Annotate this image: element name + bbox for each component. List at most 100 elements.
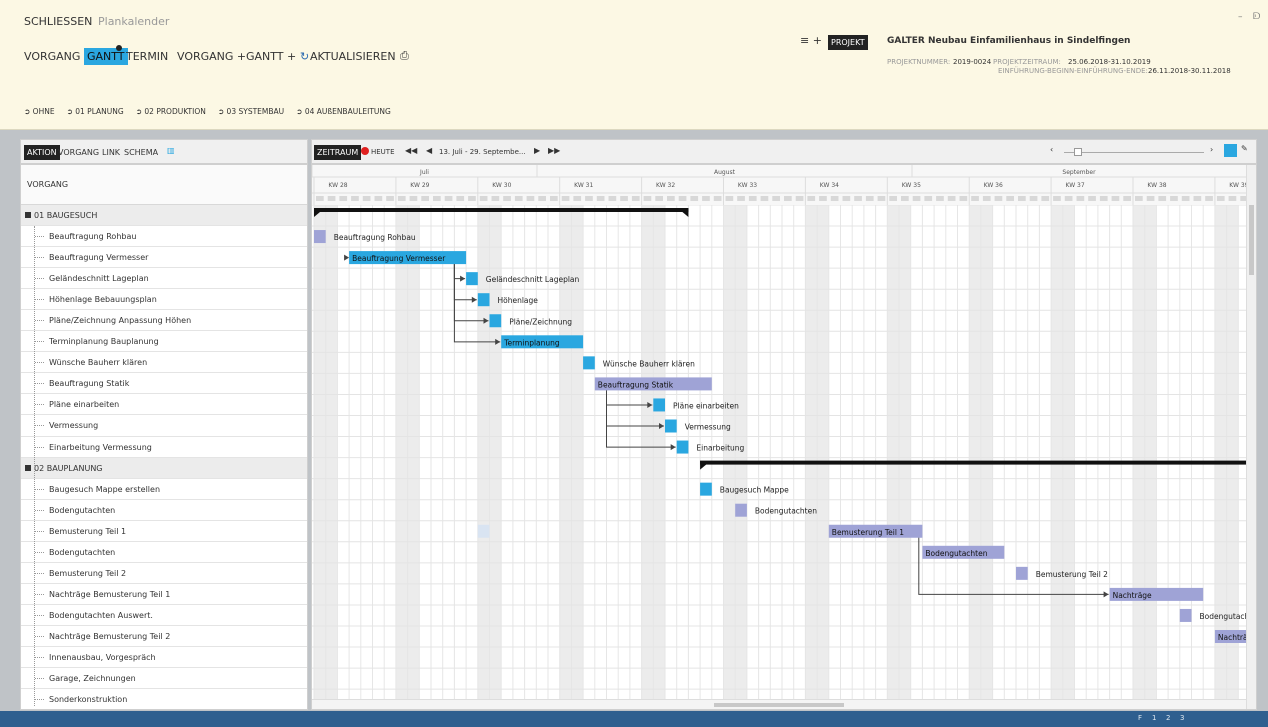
day-tick bbox=[1228, 196, 1237, 201]
tab-vorgang[interactable]: VORGANG bbox=[58, 148, 99, 157]
week-label: KW 36 bbox=[984, 182, 1003, 189]
task-bar bbox=[1179, 608, 1192, 622]
grid-view-icon[interactable] bbox=[1224, 144, 1237, 157]
day-tick bbox=[316, 196, 324, 201]
view-tab-gantt[interactable]: GANTT bbox=[84, 48, 128, 65]
filter-produktion[interactable]: ➲ 02 PRODUKTION bbox=[136, 107, 206, 116]
vertical-scroll-thumb[interactable] bbox=[1249, 205, 1254, 275]
week-label: KW 39 bbox=[1229, 182, 1246, 189]
tab-schema[interactable]: SCHEMA bbox=[124, 148, 158, 157]
task-row[interactable]: Nachträge Bemusterung Teil 1 bbox=[21, 584, 307, 605]
bar-label: Bemusterung Teil 1 bbox=[832, 528, 904, 537]
zoom-thumb[interactable] bbox=[1074, 148, 1082, 156]
tab-aktion[interactable]: AKTION bbox=[24, 145, 60, 160]
task-row[interactable]: Wünsche Bauherr klären bbox=[21, 352, 307, 374]
bar-label: Terminplanung bbox=[503, 338, 560, 347]
task-row[interactable]: Baugesuch Mappe erstellen bbox=[21, 479, 307, 500]
range-label: 13. Juli - 29. Septembe... bbox=[439, 148, 526, 156]
project-einf-label: EINFÜHRUNG-BEGINN-EINFÜHRUNG-ENDE: bbox=[998, 67, 1148, 75]
task-row[interactable]: Bodengutachten bbox=[21, 500, 307, 521]
day-tick bbox=[936, 196, 944, 201]
view-tab-termin[interactable]: TERMIN bbox=[126, 50, 168, 63]
last-icon[interactable]: ▶▶ bbox=[548, 146, 560, 155]
dependency-arrow bbox=[344, 254, 350, 261]
zoom-in-icon[interactable]: › bbox=[1210, 145, 1213, 154]
task-row[interactable]: Garage, Zeichnungen bbox=[21, 668, 307, 690]
group-row[interactable]: 02 BAUPLANUNG bbox=[21, 457, 307, 479]
collapse-icon[interactable] bbox=[25, 464, 31, 471]
task-row[interactable]: Vermessung bbox=[21, 415, 307, 437]
filter-aussenbauleitung[interactable]: ➲ 04 AUßENBAULEITUNG bbox=[296, 107, 391, 116]
view-tab-vorgang-plus[interactable]: VORGANG + bbox=[177, 50, 246, 63]
day-tick bbox=[1135, 196, 1143, 201]
bar-label: Nachträge bbox=[1218, 633, 1246, 642]
task-row[interactable]: Beauftragung Rohbau bbox=[21, 226, 307, 248]
collapse-icon[interactable] bbox=[25, 212, 31, 218]
day-tick bbox=[1099, 196, 1108, 201]
task-row[interactable]: Innenausbau, Vorgespräch bbox=[21, 647, 307, 669]
tab-link[interactable]: LINK bbox=[102, 148, 120, 157]
vertical-scrollbar[interactable] bbox=[1246, 165, 1256, 709]
zoom-slider[interactable] bbox=[1064, 152, 1204, 153]
task-row[interactable]: Bodengutachten Auswert. bbox=[21, 605, 307, 626]
pager-page-2[interactable]: 2 bbox=[1166, 714, 1170, 722]
day-tick bbox=[748, 196, 757, 201]
task-row[interactable]: Pläne einarbeiten bbox=[21, 394, 307, 416]
prev-icon[interactable]: ◀ bbox=[426, 146, 432, 155]
first-icon[interactable]: ◀◀ bbox=[405, 146, 417, 155]
day-tick bbox=[1041, 196, 1050, 201]
task-row[interactable]: Nachträge Bemusterung Teil 2 bbox=[21, 626, 307, 647]
refresh-icon[interactable]: ↻ bbox=[300, 50, 309, 63]
filter-systembau[interactable]: ➲ 03 SYSTEMBAU bbox=[218, 107, 284, 116]
day-tick bbox=[1029, 196, 1038, 201]
refresh-button[interactable]: AKTUALISIEREN bbox=[310, 50, 396, 63]
menu-icon[interactable]: ≡ + bbox=[800, 34, 822, 47]
filter-planung[interactable]: ➲ 01 PLANUNG bbox=[67, 107, 124, 116]
task-label: Innenausbau, Vorgespräch bbox=[49, 652, 156, 662]
next-icon[interactable]: ▶ bbox=[534, 146, 540, 155]
pager-page-1[interactable]: 1 bbox=[1152, 714, 1156, 722]
task-row[interactable]: Einarbeitung Vermessung bbox=[21, 437, 307, 458]
task-row[interactable]: Geländeschnitt Lageplan bbox=[21, 268, 307, 290]
zoom-out-icon[interactable]: ‹ bbox=[1050, 145, 1053, 154]
summary-bar bbox=[314, 208, 689, 212]
day-tick bbox=[725, 196, 734, 201]
task-row[interactable]: Beauftragung Statik bbox=[21, 373, 307, 395]
heute-button[interactable]: HEUTE bbox=[371, 148, 395, 156]
filter-ohne[interactable]: ➲ OHNE bbox=[24, 107, 55, 116]
pager-page-3[interactable]: 3 bbox=[1180, 714, 1184, 722]
columns-icon[interactable]: ▥ bbox=[167, 146, 175, 155]
project-nr: 2019-0024 bbox=[953, 58, 992, 66]
task-row[interactable]: Sonderkonstruktion bbox=[21, 689, 307, 709]
restore-icon[interactable]: ᗟ bbox=[1253, 12, 1260, 22]
day-tick bbox=[596, 196, 605, 201]
bar-label: Vermessung bbox=[685, 423, 731, 432]
zeitraum-button[interactable]: ZEITRAUM bbox=[314, 145, 362, 160]
task-row[interactable]: Bemusterung Teil 2 bbox=[21, 563, 307, 584]
pager-first[interactable]: F bbox=[1138, 714, 1142, 722]
print-icon[interactable]: ⎙ bbox=[400, 49, 409, 63]
close-button[interactable]: SCHLIESSEN bbox=[24, 15, 92, 28]
view-tab-gantt-plus[interactable]: GANTT + bbox=[246, 50, 296, 63]
task-row[interactable]: Beauftragung Vermesser bbox=[21, 247, 307, 269]
project-nr-label: PROJEKTNUMMER: bbox=[887, 58, 951, 66]
day-tick bbox=[339, 196, 348, 201]
view-tab-vorgang[interactable]: VORGANG bbox=[24, 50, 80, 63]
task-row[interactable]: Bodengutachten bbox=[21, 542, 307, 563]
day-tick bbox=[374, 196, 383, 201]
week-label: KW 32 bbox=[656, 182, 675, 189]
task-row[interactable]: Bemusterung Teil 1 bbox=[21, 521, 307, 542]
bar-label: Wünsche Bauherr klären bbox=[603, 359, 695, 368]
minimize-icon[interactable]: – bbox=[1238, 12, 1243, 22]
task-row[interactable]: Höhenlage Bebauungsplan bbox=[21, 289, 307, 311]
day-tick bbox=[362, 196, 371, 201]
gantt-toolbar: ZEITRAUM HEUTE ◀◀ ◀ 13. Juli - 29. Septe… bbox=[311, 139, 1257, 164]
settings-icon[interactable]: ✎ bbox=[1241, 144, 1248, 153]
project-name: GALTER Neubau Einfamilienhaus in Sindelf… bbox=[887, 36, 1131, 46]
task-row[interactable]: Pläne/Zeichnung Anpassung Höhen bbox=[21, 310, 307, 332]
horizontal-scroll-thumb[interactable] bbox=[714, 703, 844, 707]
horizontal-scrollbar[interactable] bbox=[312, 699, 1246, 709]
day-tick bbox=[1018, 196, 1026, 201]
task-row[interactable]: Terminplanung Bauplanung bbox=[21, 331, 307, 353]
group-row[interactable]: 01 BAUGESUCH bbox=[21, 205, 307, 227]
